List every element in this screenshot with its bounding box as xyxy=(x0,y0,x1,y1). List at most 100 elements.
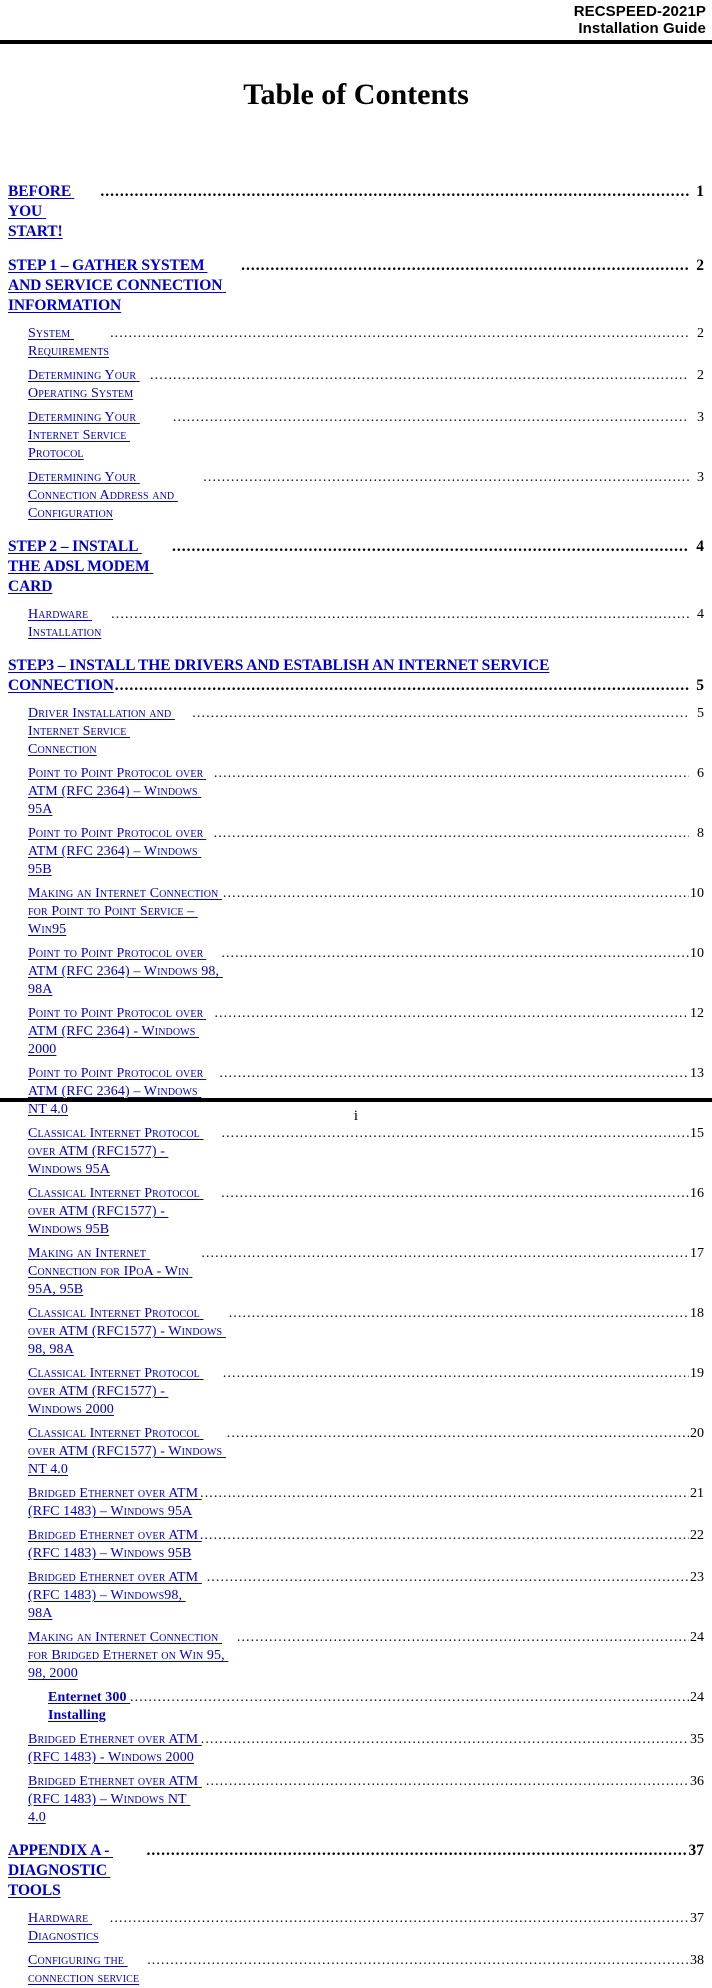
toc-entry-page-number: 37 xyxy=(688,1842,705,1859)
toc-entry-label: Driver Installation and Internet Service… xyxy=(28,706,175,757)
toc-entry-level-2[interactable]: Classical Internet Protocol over ATM (RF… xyxy=(28,1179,704,1239)
toc-entry-row: Driver Installation and Internet Service… xyxy=(28,705,704,759)
toc-entry-page-number: 38 xyxy=(690,1953,704,1968)
toc-entry-page-number: 17 xyxy=(690,1246,704,1261)
toc-entry-page-number: 2 xyxy=(697,326,704,341)
toc-entry-level-2[interactable]: Classical Internet Protocol over ATM (RF… xyxy=(28,1359,704,1419)
toc-leader-dots xyxy=(110,325,689,343)
toc-entry-level-2[interactable]: Bridged Ethernet over ATM (RFC 1483) - W… xyxy=(28,1725,704,1767)
toc-leader-dots xyxy=(229,1305,689,1323)
toc-entry-level-2[interactable]: Point to Point Protocol over ATM (RFC 23… xyxy=(28,939,704,999)
toc-entry-label: Bridged Ethernet over ATM (RFC 1483) - W… xyxy=(28,1732,202,1765)
toc-entry-label: Hardware Installation xyxy=(28,607,102,640)
toc-entry-level-2[interactable]: Classical Internet Protocol over ATM (RF… xyxy=(28,1299,704,1359)
toc-entry-level-2[interactable]: Bridged Ethernet over ATM (RFC 1483) – W… xyxy=(28,1563,704,1623)
toc-leader-dots xyxy=(241,256,689,276)
toc-leader-dots xyxy=(223,1365,689,1383)
toc-entry-level-2[interactable]: Point to Point Protocol over ATM (RFC 23… xyxy=(28,999,704,1059)
toc-entry-label-line-1: STEP3 – INSTALL THE DRIVERS AND ESTABLIS… xyxy=(8,656,704,676)
toc-entry-page-number: 23 xyxy=(690,1570,704,1585)
toc-entry-level-2[interactable]: Point to Point Protocol over ATM (RFC 23… xyxy=(28,759,704,819)
toc-entry-level-2[interactable]: Making an Internet Connection for Bridge… xyxy=(28,1623,704,1683)
toc-entry-row: Determining Your Internet Service Protoc… xyxy=(28,409,704,463)
toc-entry-label: Point to Point Protocol over ATM (RFC 23… xyxy=(28,1006,207,1057)
toc-entry-row: Point to Point Protocol over ATM (RFC 23… xyxy=(28,1005,704,1059)
toc-entry-label: Classical Internet Protocol over ATM (RF… xyxy=(28,1366,204,1417)
toc-entry-level-1[interactable]: BEFORE YOU START! 1 xyxy=(8,168,704,242)
toc-entry-label: Determining Your Operating System xyxy=(28,368,140,401)
toc-entry-level-1[interactable]: APPENDIX A - DIAGNOSTIC TOOLS 37 xyxy=(8,1827,704,1901)
toc-entry-level-2[interactable]: Determining Your Operating System 2 xyxy=(28,361,704,403)
toc-entry-level-2[interactable]: Determining Your Internet Service Protoc… xyxy=(28,403,704,463)
toc-leader-dots xyxy=(214,1005,689,1023)
toc-entry-level-2[interactable]: Point to Point Protocol over ATM (RFC 23… xyxy=(28,819,704,879)
header-text-block: RECSPEED-2021P Installation Guide xyxy=(0,3,712,37)
toc-entry-row: Bridged Ethernet over ATM (RFC 1483) – W… xyxy=(28,1773,704,1827)
toc-entry-label: Classical Internet Protocol over ATM (RF… xyxy=(28,1426,226,1477)
toc-leader-dots xyxy=(201,1731,689,1749)
toc-entry-level-2[interactable]: Configuring the connection service 38 xyxy=(28,1946,704,1988)
toc-entry-label: Bridged Ethernet over ATM (RFC 1483) – W… xyxy=(28,1528,202,1561)
toc-entry-row: STEP 2 – INSTALL THE ADSL MODEM CARD 4 xyxy=(8,537,704,597)
toc-entry-page-number: 19 xyxy=(690,1366,704,1381)
toc-entry-page-number: 1 xyxy=(696,183,704,200)
toc-entry-row: Determining Your Operating System 2 xyxy=(28,367,704,403)
toc-entry-label: Configuring the connection service xyxy=(28,1953,140,1986)
toc-entry-page-number: 2 xyxy=(696,257,704,274)
toc-leader-dots xyxy=(192,705,689,723)
toc-leader-dots xyxy=(100,182,689,202)
toc-entry-label: BEFORE YOU START! xyxy=(8,183,75,240)
toc-entry-label: Classical Internet Protocol over ATM (RF… xyxy=(28,1306,226,1357)
toc-entry-level-2[interactable]: Driver Installation and Internet Service… xyxy=(28,696,704,759)
toc-entry-page-number: 5 xyxy=(697,706,704,721)
toc-leader-dots xyxy=(203,469,689,487)
toc-entry-level-1[interactable]: STEP 2 – INSTALL THE ADSL MODEM CARD 4 xyxy=(8,523,704,597)
toc-leader-dots xyxy=(147,1952,689,1970)
toc-entry-page-number: 24 xyxy=(690,1630,704,1645)
toc-entry-level-2[interactable]: Hardware Installation 4 xyxy=(28,597,704,642)
page-header: RECSPEED-2021P Installation Guide xyxy=(0,0,712,44)
toc-entry-page-number: 5 xyxy=(696,677,704,694)
toc-entry-page-number: 35 xyxy=(690,1732,704,1747)
toc-entry-level-2[interactable]: Bridged Ethernet over ATM (RFC 1483) – W… xyxy=(28,1521,704,1563)
toc-entry-level-2[interactable]: Bridged Ethernet over ATM (RFC 1483) – W… xyxy=(28,1767,704,1827)
toc-entry-level-2[interactable]: Bridged Ethernet over ATM (RFC 1483) – W… xyxy=(28,1479,704,1521)
footer-page-number: i xyxy=(353,1108,359,1124)
toc-entry-label: CONNECTION xyxy=(8,677,114,694)
toc-entry-level-2[interactable]: Classical Internet Protocol over ATM (RF… xyxy=(28,1419,704,1479)
toc-leader-dots xyxy=(173,409,689,427)
toc-entry-row: Point to Point Protocol over ATM (RFC 23… xyxy=(28,825,704,879)
toc-entry-level-2[interactable]: Hardware Diagnostics 37 xyxy=(28,1901,704,1946)
toc-entry-level-2[interactable]: Making an Internet Connection for Point … xyxy=(28,879,704,939)
toc-entry-page-number: 21 xyxy=(690,1486,704,1501)
toc-entry-label: APPENDIX A - DIAGNOSTIC TOOLS xyxy=(8,1842,114,1899)
page-footer: i xyxy=(0,1098,712,1132)
toc-entry-level-2[interactable]: Determining Your Connection Address and … xyxy=(28,463,704,523)
toc-entry-level-3[interactable]: Enternet 300 Installing 24 xyxy=(48,1683,704,1725)
toc-entry-level-2[interactable]: Making an Internet Connection for IPoA -… xyxy=(28,1239,704,1299)
toc-leader-dots xyxy=(221,1185,689,1203)
toc-entry-label: Hardware Diagnostics xyxy=(28,1911,99,1944)
toc-entry-level-1[interactable]: STEP3 – INSTALL THE DRIVERS AND ESTABLIS… xyxy=(8,642,704,696)
toc-entry-page-number: 4 xyxy=(697,607,704,622)
toc-leader-dots xyxy=(146,1841,687,1861)
toc-leader-dots xyxy=(214,765,689,783)
toc-entry-row: Making an Internet Connection for Bridge… xyxy=(28,1629,704,1683)
toc-entry-page-number: 22 xyxy=(690,1528,704,1543)
toc-entry-level-1[interactable]: STEP 1 – GATHER SYSTEM AND SERVICE CONNE… xyxy=(8,242,704,316)
toc-entry-level-2[interactable]: System Requirements 2 xyxy=(28,316,704,361)
toc-entry-page-number: 8 xyxy=(697,826,704,841)
toc-entry-page-number: 16 xyxy=(690,1186,704,1201)
toc-entry-label: Classical Internet Protocol over ATM (RF… xyxy=(28,1126,204,1177)
toc-entry-page-number: 36 xyxy=(690,1774,704,1789)
toc-entry-label: Point to Point Protocol over ATM (RFC 23… xyxy=(28,826,207,877)
toc-entry-page-number: 24 xyxy=(690,1690,704,1705)
toc-entry-label: Determining Your Internet Service Protoc… xyxy=(28,410,140,461)
toc-entry-row: Classical Internet Protocol over ATM (RF… xyxy=(28,1425,704,1479)
page-title: Table of Contents xyxy=(243,78,469,111)
toc-entry-row: Point to Point Protocol over ATM (RFC 23… xyxy=(28,945,704,999)
toc-entry-page-number: 20 xyxy=(690,1426,704,1441)
toc-entry-row: BEFORE YOU START! 1 xyxy=(8,182,704,242)
toc-leader-dots xyxy=(111,606,689,624)
toc-leader-dots xyxy=(207,1569,689,1587)
